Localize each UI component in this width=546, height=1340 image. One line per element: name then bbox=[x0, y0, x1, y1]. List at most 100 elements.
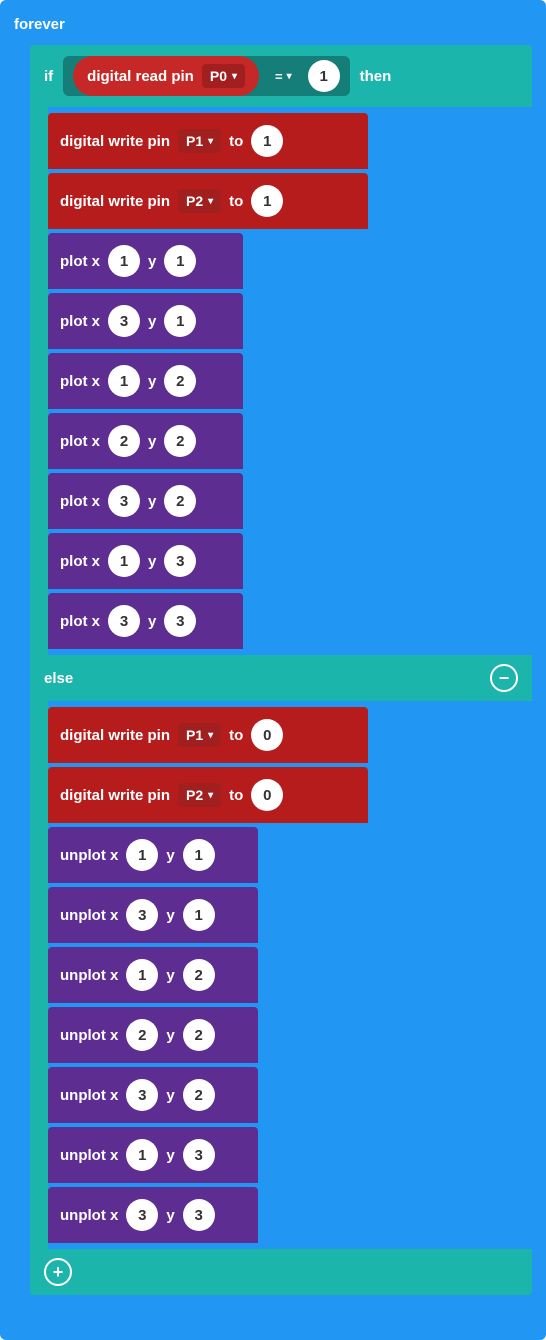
pin-dropdown[interactable]: P2 ▾ bbox=[178, 189, 221, 213]
chevron-down-icon: ▾ bbox=[232, 71, 237, 82]
equals-comparator[interactable]: digital read pin P0 ▾ = ▾ 1 bbox=[63, 56, 349, 96]
dw-label: digital write pin bbox=[60, 193, 170, 210]
plot-block[interactable]: plot x 1 y 3 bbox=[48, 533, 243, 589]
if-keyword: if bbox=[44, 68, 53, 85]
y-label: y bbox=[166, 907, 174, 924]
value-input[interactable]: 1 bbox=[251, 185, 283, 217]
digital-read-pin-block[interactable]: digital read pin P0 ▾ bbox=[73, 56, 259, 96]
y-input[interactable]: 3 bbox=[164, 605, 196, 637]
chevron-down-icon: ▾ bbox=[208, 730, 213, 741]
plot-block[interactable]: plot x 1 y 1 bbox=[48, 233, 243, 289]
y-label: y bbox=[166, 1027, 174, 1044]
x-input[interactable]: 2 bbox=[108, 425, 140, 457]
pin-value: P1 bbox=[186, 727, 203, 743]
y-label: y bbox=[148, 613, 156, 630]
plot-block[interactable]: plot x 1 y 2 bbox=[48, 353, 243, 409]
y-input[interactable]: 2 bbox=[164, 365, 196, 397]
x-input[interactable]: 1 bbox=[126, 839, 158, 871]
plot-label: plot x bbox=[60, 313, 100, 330]
dw-label: digital write pin bbox=[60, 787, 170, 804]
digital-write-pin-block[interactable]: digital write pin P1 ▾ to 0 bbox=[48, 707, 368, 763]
read-pin-dropdown[interactable]: P0 ▾ bbox=[202, 64, 245, 88]
pin-dropdown[interactable]: P2 ▾ bbox=[178, 783, 221, 807]
y-input[interactable]: 3 bbox=[183, 1199, 215, 1231]
digital-write-pin-block[interactable]: digital write pin P2 ▾ to 1 bbox=[48, 173, 368, 229]
unplot-block[interactable]: unplot x 3 y 1 bbox=[48, 887, 258, 943]
x-input[interactable]: 3 bbox=[108, 305, 140, 337]
add-branch-button[interactable]: + bbox=[44, 1258, 72, 1286]
digital-write-pin-block[interactable]: digital write pin P2 ▾ to 0 bbox=[48, 767, 368, 823]
unplot-block[interactable]: unplot x 1 y 3 bbox=[48, 1127, 258, 1183]
plot-block[interactable]: plot x 3 y 3 bbox=[48, 593, 243, 649]
value-input[interactable]: 1 bbox=[251, 125, 283, 157]
unplot-label: unplot x bbox=[60, 1027, 118, 1044]
plot-block[interactable]: plot x 3 y 1 bbox=[48, 293, 243, 349]
plot-block[interactable]: plot x 3 y 2 bbox=[48, 473, 243, 529]
unplot-label: unplot x bbox=[60, 907, 118, 924]
x-input[interactable]: 3 bbox=[108, 485, 140, 517]
plot-label: plot x bbox=[60, 433, 100, 450]
unplot-block[interactable]: unplot x 3 y 2 bbox=[48, 1067, 258, 1123]
y-input[interactable]: 1 bbox=[183, 839, 215, 871]
y-label: y bbox=[148, 433, 156, 450]
x-input[interactable]: 3 bbox=[126, 899, 158, 931]
y-label: y bbox=[166, 1087, 174, 1104]
y-input[interactable]: 1 bbox=[183, 899, 215, 931]
chevron-down-icon: ▾ bbox=[287, 71, 292, 82]
x-input[interactable]: 3 bbox=[126, 1199, 158, 1231]
if-else-block[interactable]: if digital read pin P0 ▾ = ▾ 1 bbox=[30, 45, 532, 1295]
unplot-label: unplot x bbox=[60, 847, 118, 864]
remove-else-button[interactable]: − bbox=[490, 664, 518, 692]
y-input[interactable]: 1 bbox=[164, 245, 196, 277]
plus-icon: + bbox=[53, 1263, 64, 1281]
operator-dropdown[interactable]: = ▾ bbox=[267, 65, 300, 88]
x-input[interactable]: 3 bbox=[126, 1079, 158, 1111]
y-label: y bbox=[148, 373, 156, 390]
dw-label: digital write pin bbox=[60, 727, 170, 744]
y-input[interactable]: 3 bbox=[183, 1139, 215, 1171]
plot-label: plot x bbox=[60, 613, 100, 630]
x-input[interactable]: 2 bbox=[126, 1019, 158, 1051]
unplot-label: unplot x bbox=[60, 1147, 118, 1164]
y-input[interactable]: 1 bbox=[164, 305, 196, 337]
x-input[interactable]: 3 bbox=[108, 605, 140, 637]
unplot-block[interactable]: unplot x 3 y 3 bbox=[48, 1187, 258, 1243]
x-input[interactable]: 1 bbox=[126, 959, 158, 991]
then-keyword: then bbox=[360, 68, 392, 85]
to-label: to bbox=[229, 133, 243, 150]
y-input[interactable]: 2 bbox=[183, 1019, 215, 1051]
y-input[interactable]: 3 bbox=[164, 545, 196, 577]
else-keyword: else bbox=[44, 670, 73, 687]
pin-value: P2 bbox=[186, 787, 203, 803]
y-input[interactable]: 2 bbox=[164, 485, 196, 517]
unplot-block[interactable]: unplot x 2 y 2 bbox=[48, 1007, 258, 1063]
pin-value: P2 bbox=[186, 193, 203, 209]
x-input[interactable]: 1 bbox=[108, 245, 140, 277]
unplot-label: unplot x bbox=[60, 1087, 118, 1104]
pin-dropdown[interactable]: P1 ▾ bbox=[178, 129, 221, 153]
y-input[interactable]: 2 bbox=[164, 425, 196, 457]
x-input[interactable]: 1 bbox=[108, 365, 140, 397]
pin-dropdown[interactable]: P1 ▾ bbox=[178, 723, 221, 747]
y-label: y bbox=[166, 967, 174, 984]
value-input[interactable]: 0 bbox=[251, 779, 283, 811]
y-label: y bbox=[148, 553, 156, 570]
unplot-block[interactable]: unplot x 1 y 2 bbox=[48, 947, 258, 1003]
x-input[interactable]: 1 bbox=[126, 1139, 158, 1171]
else-substack: digital write pin P1 ▾ to 0 digital writ… bbox=[48, 701, 532, 1249]
minus-icon: − bbox=[499, 669, 510, 687]
compare-value-input[interactable]: 1 bbox=[308, 60, 340, 92]
y-label: y bbox=[148, 313, 156, 330]
plot-label: plot x bbox=[60, 253, 100, 270]
unplot-block[interactable]: unplot x 1 y 1 bbox=[48, 827, 258, 883]
value-input[interactable]: 0 bbox=[251, 719, 283, 751]
to-label: to bbox=[229, 727, 243, 744]
dw-label: digital write pin bbox=[60, 133, 170, 150]
y-label: y bbox=[166, 847, 174, 864]
forever-block[interactable]: forever if digital read pin P0 ▾ = bbox=[0, 0, 546, 1340]
y-input[interactable]: 2 bbox=[183, 959, 215, 991]
plot-block[interactable]: plot x 2 y 2 bbox=[48, 413, 243, 469]
x-input[interactable]: 1 bbox=[108, 545, 140, 577]
digital-write-pin-block[interactable]: digital write pin P1 ▾ to 1 bbox=[48, 113, 368, 169]
y-input[interactable]: 2 bbox=[183, 1079, 215, 1111]
